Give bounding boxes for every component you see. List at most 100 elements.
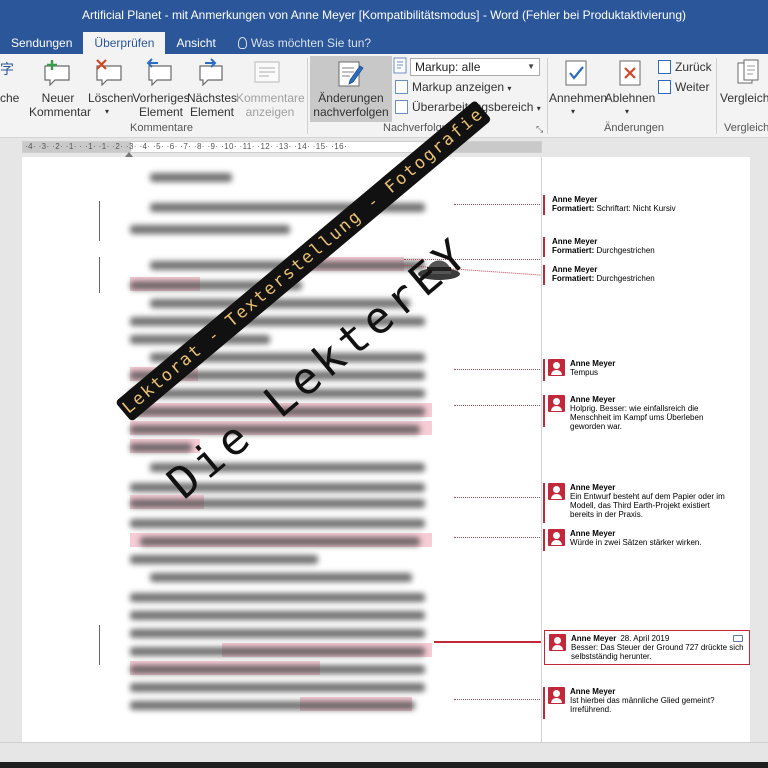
markup-icon — [393, 57, 407, 74]
comment-leader-line — [403, 265, 542, 276]
comment-text: Würde in zwei Sätzen stärker wirken. — [570, 538, 702, 547]
track-changes-label-2: nachverfolgen — [313, 105, 389, 119]
comment-leader-line — [454, 405, 542, 406]
comment-leader-line — [454, 369, 542, 370]
formatting-note[interactable]: Anne Meyer Formatiert: Schriftart: Nicht… — [543, 195, 728, 215]
comment-author: Anne Meyer — [571, 634, 617, 643]
formatting-note[interactable]: Anne Meyer Formatiert: Durchgestrichen — [543, 265, 728, 285]
compare-label: Vergleiche — [720, 91, 768, 105]
chinese-conversion-icon[interactable]: 字 — [0, 62, 14, 76]
group-label-compare: Vergleiche — [724, 122, 768, 134]
show-markup-icon — [395, 80, 408, 94]
comment-card[interactable]: Anne Meyer Ist hierbei das männliche Gli… — [543, 687, 728, 719]
separator — [716, 58, 717, 134]
tab-ueberpruefen[interactable]: Überprüfen — [83, 32, 166, 54]
avatar-icon — [548, 529, 565, 546]
ruler-margin-right — [435, 142, 541, 152]
separator — [307, 58, 308, 134]
markup-select-value: Markup: alle — [415, 60, 481, 74]
next-label-1: Nächstes — [186, 91, 238, 105]
note-text: Schriftart: Nicht Kursiv — [596, 204, 676, 213]
comment-text: Besser: Das Steuer der Ground 727 drückt… — [571, 643, 744, 661]
previous-comment-icon — [146, 58, 172, 86]
comment-card[interactable]: Anne Meyer Holprig. Besser: wie einfalls… — [543, 395, 728, 431]
tab-sendungen[interactable]: Sendungen — [0, 32, 83, 54]
comment-card[interactable]: Anne Meyer Würde in zwei Sätzen stärker … — [543, 529, 728, 551]
comment-card[interactable]: Anne Meyer Ein Entwurf besteht auf dem P… — [543, 483, 728, 523]
change-bar — [99, 201, 100, 241]
ribbon-tabs: Sendungen Überprüfen Ansicht Was möchten… — [0, 30, 768, 54]
next-label-2: Element — [189, 105, 235, 119]
next-change-label: Weiter — [675, 80, 710, 94]
avatar-icon — [548, 687, 565, 704]
comment-author: Anne Meyer — [570, 687, 616, 696]
taskbar — [0, 762, 768, 768]
previous-label-1: Vorheriges — [132, 91, 190, 105]
comment-author: Anne Meyer — [570, 359, 616, 368]
show-comments-label-2: anzeigen — [245, 105, 295, 119]
comment-text: Ist hierbei das männliche Glied gemeint?… — [570, 696, 715, 714]
note-text: Durchgestrichen — [596, 246, 655, 255]
show-comments-label-1: Kommentare — [236, 91, 305, 105]
previous-label-2: Element — [138, 105, 184, 119]
comment-text: Tempus — [570, 368, 599, 377]
next-change-button[interactable]: Weiter — [658, 79, 709, 95]
note-text: Durchgestrichen — [596, 274, 655, 283]
comment-text: Holprig. Besser: wie einfallsreich die M… — [570, 404, 704, 431]
chevron-down-icon: ▾ — [625, 107, 630, 116]
previous-change-button[interactable]: Zurück — [658, 59, 712, 75]
avatar-icon — [549, 634, 566, 651]
delete-comment-icon — [96, 59, 122, 86]
markup-pane: Anne Meyer Formatiert: Schriftart: Nicht… — [541, 157, 750, 742]
new-comment-label-1: Neuer — [41, 91, 75, 105]
chevron-down-icon: ▾ — [571, 107, 576, 116]
comment-bar — [543, 529, 545, 551]
document-page[interactable]: Anne Meyer Formatiert: Schriftart: Nicht… — [22, 157, 750, 742]
chevron-down-icon: ▾ — [536, 104, 541, 113]
comment-author: Anne Meyer — [570, 395, 616, 404]
delete-label: Löschen — [88, 91, 134, 105]
show-comments-icon — [254, 61, 280, 83]
track-changes-icon — [338, 61, 364, 87]
markup-select[interactable]: Markup: alle ▼ — [410, 58, 540, 76]
show-markup-label: Markup anzeigen — [412, 80, 505, 94]
show-markup-button[interactable]: Markup anzeigen ▾ — [395, 79, 511, 97]
chevron-down-icon: ▾ — [507, 84, 512, 93]
tell-me-search[interactable]: Was möchten Sie tun? — [227, 32, 382, 54]
separator — [547, 58, 548, 134]
lightbulb-icon — [237, 37, 247, 49]
new-comment-icon — [44, 60, 70, 86]
change-bar — [99, 625, 100, 665]
comment-bar — [543, 483, 545, 523]
reply-icon[interactable] — [733, 635, 743, 642]
reject-icon — [619, 60, 641, 86]
note-author: Anne Meyer — [552, 265, 598, 274]
tab-ansicht[interactable]: Ansicht — [165, 32, 226, 54]
note-label: Formatiert: — [552, 204, 595, 213]
note-bar — [543, 265, 545, 285]
window-title: Artificial Planet - mit Anmerkungen von … — [81, 8, 687, 22]
formatting-note[interactable]: Anne Meyer Formatiert: Durchgestrichen — [543, 237, 728, 257]
dialog-launcher-icon[interactable]: ⤡ — [536, 124, 543, 135]
note-label: Formatiert: — [552, 274, 595, 283]
comment-card-selected[interactable]: Anne Meyer 28. April 2019 Besser: Das Ste… — [544, 630, 750, 665]
window-title-bar: Artificial Planet - mit Anmerkungen von … — [0, 0, 768, 30]
avatar-icon — [548, 395, 565, 412]
delete-dropdown-arrow: ▾ — [105, 107, 110, 116]
cut-off-button-label[interactable]: che — [0, 91, 19, 105]
comment-leader-line — [454, 497, 542, 498]
comment-leader-line — [454, 204, 542, 205]
horizontal-ruler[interactable]: ·4· ·3· ·2· ·1· · ·1· ·1· ·2· ·3· ·4· ·5… — [0, 138, 768, 156]
note-bar — [543, 237, 545, 257]
comment-bar — [543, 359, 545, 381]
comment-card[interactable]: Anne Meyer Tempus — [543, 359, 728, 381]
ruler-strip: ·4· ·3· ·2· ·1· · ·1· ·1· ·2· ·3· ·4· ·5… — [22, 141, 542, 153]
comment-text: Ein Entwurf besteht auf dem Papier oder … — [570, 492, 725, 519]
next-change-icon — [658, 80, 671, 94]
comment-leader-line — [454, 537, 542, 538]
note-label: Formatiert: — [552, 246, 595, 255]
new-comment-label-2: Kommentar — [29, 105, 92, 119]
review-pane-button[interactable]: Überarbeitungsbereich ▾ — [395, 99, 541, 117]
ribbon: 字 che Neuer Kommentar Löschen ▾ Vorherig… — [0, 54, 768, 138]
ruler-numbers: ·4· ·3· ·2· ·1· · ·1· ·1· ·2· ·3· ·4· ·5… — [25, 142, 348, 151]
